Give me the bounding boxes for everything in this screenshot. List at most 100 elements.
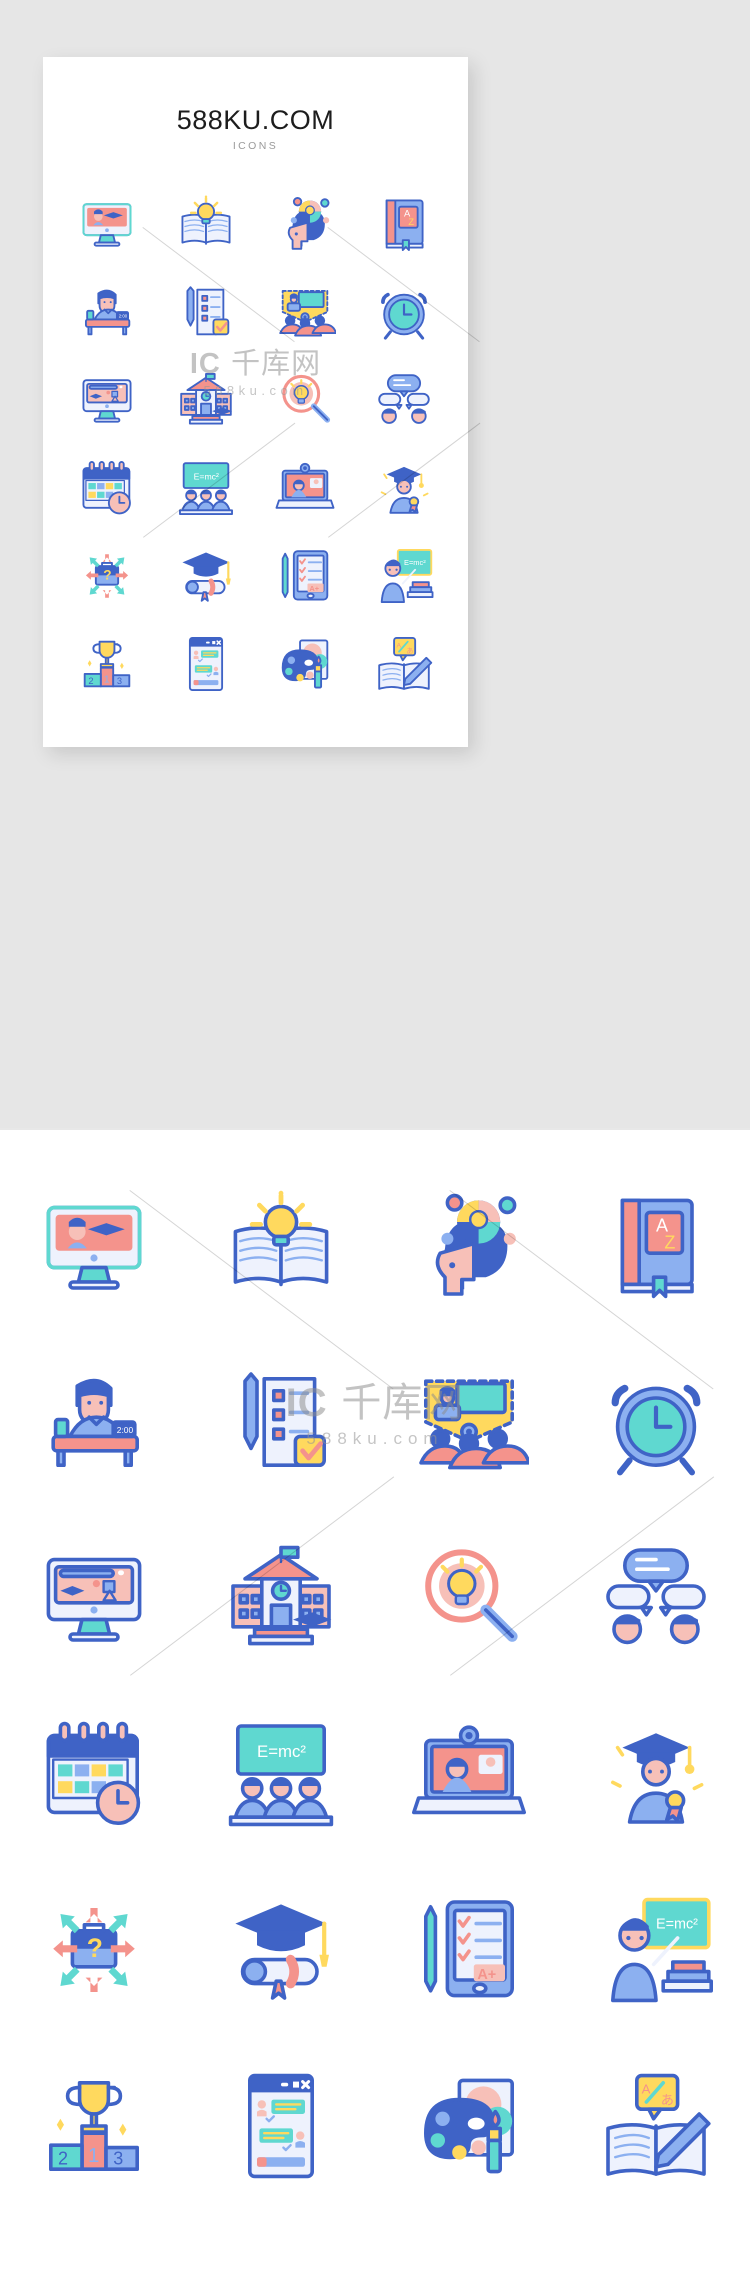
teacher-blackboard-icon: E=mc² xyxy=(381,549,434,603)
idea-search-magnifier-icon xyxy=(424,1549,518,1642)
graduation-cap-diploma-icon xyxy=(235,1904,330,2000)
svg-text:2: 2 xyxy=(88,676,93,686)
showcase-alarm-clock-icon[interactable] xyxy=(563,1334,750,1510)
dictionary-az-book-icon: AZ xyxy=(620,1198,695,1299)
showcase-classroom-lecture-icon[interactable] xyxy=(375,1334,563,1510)
preview-school-building-icon[interactable] xyxy=(156,356,255,444)
showcase-winner-podium-trophy-icon[interactable]: 12 3 xyxy=(0,2038,188,2214)
online-lecture-monitor-icon xyxy=(82,203,132,247)
preview-online-lecture-monitor-icon[interactable] xyxy=(57,180,156,268)
classroom-lecture-icon xyxy=(418,1379,529,1470)
svg-text:A: A xyxy=(642,2082,651,2097)
student-studying-desk-icon: 2:00 xyxy=(51,1378,139,1467)
page-title: 588KU.COM xyxy=(176,105,335,135)
showcase-e-learning-screen-icon[interactable] xyxy=(0,1510,188,1686)
preview-language-translation-book-icon[interactable]: Aあ xyxy=(355,620,454,708)
showcase-schedule-calendar-clock-icon[interactable] xyxy=(0,1686,188,1862)
graduate-student-diploma-icon xyxy=(381,466,429,514)
preview-graduation-cap-diploma-icon[interactable] xyxy=(156,532,255,620)
preview-brain-creative-head-icon[interactable] xyxy=(256,180,355,268)
showcase-school-building-icon[interactable] xyxy=(188,1510,376,1686)
svg-text:Z: Z xyxy=(665,1232,676,1252)
showcase-tablet-test-grade-icon[interactable]: A+ xyxy=(375,1862,563,2038)
preview-classroom-lecture-icon[interactable] xyxy=(256,268,355,356)
preview-section: 588KU.COM ICONS A Z 2:00 E=mc²? A+ E=mc² 1 2 3 A あ… xyxy=(0,0,750,1128)
tablet-test-grade-icon: A+ xyxy=(423,1900,514,1998)
svg-text:2:00: 2:00 xyxy=(118,314,127,319)
svg-text:A+: A+ xyxy=(309,584,319,593)
showcase-art-palette-brush-icon[interactable] xyxy=(375,2038,563,2214)
dictionary-az-book-icon: AZ xyxy=(386,199,424,251)
svg-text:Z: Z xyxy=(409,217,415,227)
preview-card: 588KU.COM ICONS A Z 2:00 E=mc²? A+ E=mc² 1 2 3 A あ… xyxy=(43,57,481,747)
preview-brain-discussion-chat-icon[interactable] xyxy=(355,356,454,444)
svg-text:E=mc²: E=mc² xyxy=(257,1742,306,1761)
svg-text:2:00: 2:00 xyxy=(117,1425,134,1435)
school-building-icon xyxy=(231,1545,332,1646)
preview-exam-paper-checkmark-icon[interactable] xyxy=(156,268,255,356)
preview-dictionary-az-book-icon[interactable]: AZ xyxy=(355,180,454,268)
school-building-icon xyxy=(180,373,232,425)
brain-creative-head-icon xyxy=(287,197,330,250)
preview-video-conference-laptop-icon[interactable] xyxy=(256,444,355,532)
showcase-online-lecture-monitor-icon[interactable] xyxy=(0,1158,188,1334)
svg-text:?: ? xyxy=(87,1933,103,1963)
preview-knowledge-sharing-arrows-icon[interactable]: ? xyxy=(57,532,156,620)
showcase-language-translation-book-icon[interactable]: Aあ xyxy=(563,2038,750,2214)
icon-grid-preview: A Z 2:00 E=mc²? A+ E=mc² 1 2 3 A あ xyxy=(43,180,468,708)
winner-podium-trophy-icon: 12 3 xyxy=(83,640,130,688)
preview-student-studying-desk-icon[interactable]: 2:00 xyxy=(57,268,156,356)
schedule-calendar-clock-icon xyxy=(46,1721,140,1825)
showcase-video-conference-laptop-icon[interactable] xyxy=(375,1686,563,1862)
preview-idea-search-magnifier-icon[interactable] xyxy=(256,356,355,444)
language-translation-book-icon: Aあ xyxy=(378,637,433,690)
preview-teacher-blackboard-icon[interactable]: E=mc² xyxy=(355,532,454,620)
preview-winner-podium-trophy-icon[interactable]: 1 2 3 xyxy=(57,620,156,708)
showcase-graduate-student-diploma-icon[interactable] xyxy=(563,1686,750,1862)
graduation-cap-diploma-icon xyxy=(182,552,231,602)
svg-text:あ: あ xyxy=(407,647,414,655)
svg-text:E=mc²: E=mc² xyxy=(404,558,426,567)
svg-text:A+: A+ xyxy=(477,1967,496,1983)
svg-text:?: ? xyxy=(103,568,111,583)
showcase-exam-paper-checkmark-icon[interactable] xyxy=(188,1334,376,1510)
showcase-student-studying-desk-icon[interactable]: 2:00 xyxy=(0,1334,188,1510)
online-chat-messages-icon xyxy=(248,2073,315,2179)
video-conference-laptop-icon xyxy=(275,462,335,509)
showcase-online-chat-messages-icon[interactable] xyxy=(188,2038,376,2214)
showcase-teacher-blackboard-icon[interactable]: E=mc² xyxy=(563,1862,750,2038)
showcase-brain-creative-head-icon[interactable] xyxy=(375,1158,563,1334)
knowledge-sharing-arrows-icon: ? xyxy=(52,1908,135,1992)
preview-schedule-calendar-clock-icon[interactable] xyxy=(57,444,156,532)
showcase-brain-discussion-chat-icon[interactable] xyxy=(563,1510,750,1686)
schedule-calendar-clock-icon xyxy=(82,461,131,515)
preview-book-idea-lightbulb-icon[interactable] xyxy=(156,180,255,268)
winner-podium-trophy-icon: 12 3 xyxy=(48,2081,139,2171)
preview-online-chat-messages-icon[interactable] xyxy=(156,620,255,708)
online-lecture-monitor-icon xyxy=(46,1205,142,1290)
preview-graduate-student-diploma-icon[interactable] xyxy=(355,444,454,532)
showcase-graduation-cap-diploma-icon[interactable] xyxy=(188,1862,376,2038)
page-subtitle: ICONS xyxy=(232,140,279,152)
showcase-book-idea-lightbulb-icon[interactable] xyxy=(188,1158,376,1334)
card-header: 588KU.COM ICONS xyxy=(43,57,468,152)
svg-text:E=mc²: E=mc² xyxy=(656,1916,698,1932)
language-translation-book-icon: Aあ xyxy=(606,2073,711,2176)
e-learning-screen-icon xyxy=(46,1557,142,1642)
tablet-test-grade-icon: A+ xyxy=(281,550,329,601)
book-idea-lightbulb-icon xyxy=(233,1190,329,1287)
showcase-knowledge-sharing-arrows-icon[interactable]: ? xyxy=(0,1862,188,2038)
e-learning-screen-icon xyxy=(82,379,132,423)
art-palette-brush-icon xyxy=(423,2078,514,2174)
idea-search-magnifier-icon xyxy=(282,374,331,423)
preview-art-palette-brush-icon[interactable] xyxy=(256,620,355,708)
online-chat-messages-icon xyxy=(188,637,223,691)
brain-discussion-chat-icon xyxy=(606,1548,707,1645)
svg-text:3: 3 xyxy=(113,2148,123,2168)
showcase-students-blackboard-class-icon[interactable]: E=mc² xyxy=(188,1686,376,1862)
showcase-dictionary-az-book-icon[interactable]: AZ xyxy=(563,1158,750,1334)
graduate-student-diploma-icon xyxy=(611,1733,704,1824)
svg-text:3: 3 xyxy=(117,676,122,686)
preview-e-learning-screen-icon[interactable] xyxy=(57,356,156,444)
preview-tablet-test-grade-icon[interactable]: A+ xyxy=(256,532,355,620)
